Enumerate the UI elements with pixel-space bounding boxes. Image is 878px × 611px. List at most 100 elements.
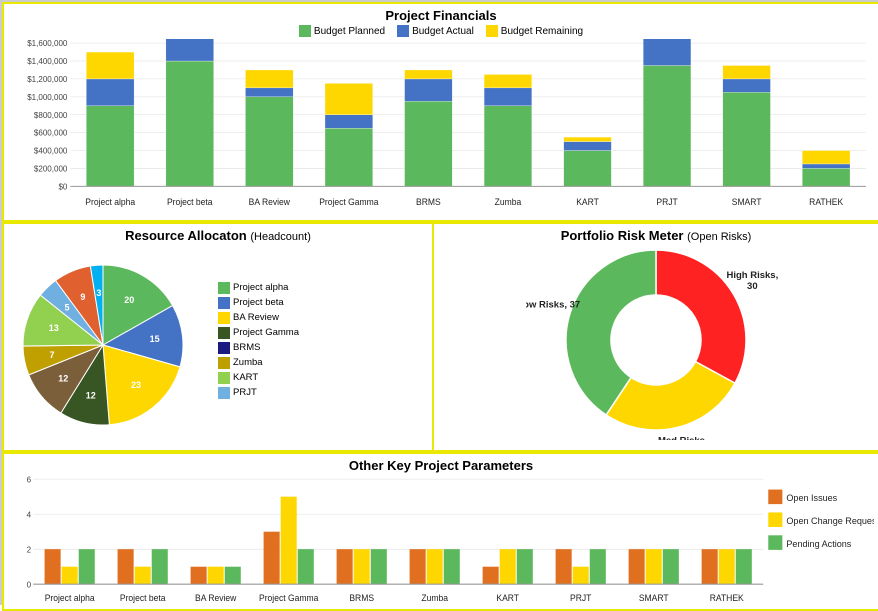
- pie-legend-item: BA Review: [218, 312, 299, 324]
- pie-legend-label: Project beta: [233, 297, 284, 308]
- svg-text:BRMS: BRMS: [416, 197, 441, 207]
- svg-text:0: 0: [27, 580, 32, 589]
- pie-legend-label: KART: [233, 372, 258, 383]
- pie-section: 20 15 23 12 12 7 13 5 9 3 Project alpha Project be…: [8, 245, 428, 435]
- legend-remaining-color: [486, 25, 498, 37]
- svg-text:Zumba: Zumba: [495, 197, 522, 207]
- svg-text:RATHEK: RATHEK: [809, 197, 843, 207]
- svg-text:6: 6: [27, 475, 32, 484]
- legend-remaining-label: Budget Remaining: [501, 26, 583, 37]
- svg-text:BA Review: BA Review: [249, 197, 291, 207]
- svg-text:RATHEK: RATHEK: [710, 593, 744, 603]
- pie-legend-item: BRMS: [218, 342, 299, 354]
- dashboard: Project Financials Budget Planned Budget…: [2, 2, 878, 607]
- pie-legend-label: Zumba: [233, 357, 263, 368]
- pie-legend-color: [218, 282, 230, 294]
- svg-text:Project Gamma: Project Gamma: [319, 197, 379, 207]
- pie-legend: Project alpha Project beta BA Review Projec…: [218, 282, 299, 399]
- pie-legend-item: Zumba: [218, 357, 299, 369]
- legend-actual-color: [397, 25, 409, 37]
- pie-legend-item: Project Gamma: [218, 327, 299, 339]
- donut-chart-svg: High Risks,30Med Risks,24Low Risks, 37: [526, 240, 786, 440]
- financials-legend: Budget Planned Budget Actual Budget Rema…: [8, 25, 874, 37]
- svg-text:Open Change Requests: Open Change Requests: [786, 516, 874, 526]
- svg-text:Zumba: Zumba: [421, 593, 448, 603]
- params-chart-svg: 6420Project alphaProject betaBA ReviewPr…: [8, 475, 874, 605]
- svg-text:High Risks,: High Risks,: [726, 270, 778, 281]
- svg-text:Med Risks,: Med Risks,: [658, 436, 708, 440]
- legend-remaining: Budget Remaining: [486, 25, 583, 37]
- svg-text:Low Risks, 37: Low Risks, 37: [526, 300, 580, 311]
- pie-legend-item: PRJT: [218, 387, 299, 399]
- pie-legend-label: BRMS: [233, 342, 260, 353]
- pie-legend-label: BA Review: [233, 312, 279, 323]
- financials-title: Project Financials: [8, 8, 874, 23]
- legend-planned: Budget Planned: [299, 25, 385, 37]
- pie-legend-color: [218, 372, 230, 384]
- svg-text:12: 12: [58, 373, 68, 383]
- pie-legend-item: Project beta: [218, 297, 299, 309]
- financials-chart-container: $1,600,000$1,400,000$1,200,000$1,000,000…: [8, 39, 874, 209]
- svg-text:BRMS: BRMS: [349, 593, 374, 603]
- svg-text:30: 30: [747, 281, 758, 292]
- pie-legend-color: [218, 342, 230, 354]
- params-chart-container: 6420Project alphaProject betaBA ReviewPr…: [8, 475, 874, 605]
- svg-text:Project beta: Project beta: [167, 197, 213, 207]
- risk-section: Portfolio Risk Meter (Open Risks) High R…: [434, 224, 878, 450]
- params-section: Other Key Project Parameters 6 4 2 0 Project…: [2, 452, 878, 611]
- pie-chart-svg: 20 15 23 12 12 7 13 5 9 3: [8, 245, 208, 435]
- pie-legend-color: [218, 297, 230, 309]
- svg-text:2: 2: [27, 545, 32, 554]
- pie-legend-color: [218, 327, 230, 339]
- financials-chart-svg: $1,600,000$1,400,000$1,200,000$1,000,000…: [8, 39, 874, 209]
- svg-text:23: 23: [131, 380, 141, 390]
- svg-text:Project alpha: Project alpha: [45, 593, 95, 603]
- svg-text:$200,000: $200,000: [34, 164, 68, 173]
- donut-section: High Risks,30Med Risks,24Low Risks, 37: [438, 245, 874, 435]
- svg-text:SMART: SMART: [732, 197, 762, 207]
- legend-planned-label: Budget Planned: [314, 26, 385, 37]
- svg-text:Open Issues: Open Issues: [786, 493, 837, 503]
- pie-legend-color: [218, 357, 230, 369]
- svg-text:PRJT: PRJT: [656, 197, 678, 207]
- pie-legend-label: Project alpha: [233, 282, 288, 293]
- svg-text:$1,400,000: $1,400,000: [27, 57, 68, 66]
- svg-text:$1,200,000: $1,200,000: [27, 75, 68, 84]
- pie-legend-label: PRJT: [233, 387, 257, 398]
- legend-actual-label: Budget Actual: [412, 26, 474, 37]
- svg-text:20: 20: [124, 295, 134, 305]
- resource-title: Resource Allocaton (Headcount): [8, 228, 428, 243]
- pie-legend-item: KART: [218, 372, 299, 384]
- middle-section: Resource Allocaton (Headcount) 20 15 23 12 1…: [2, 222, 878, 452]
- svg-text:KART: KART: [496, 593, 519, 603]
- legend-planned-color: [299, 25, 311, 37]
- svg-text:$1,600,000: $1,600,000: [27, 39, 68, 48]
- svg-text:$400,000: $400,000: [34, 147, 68, 156]
- svg-text:12: 12: [86, 391, 96, 401]
- svg-text:5: 5: [64, 303, 69, 313]
- svg-text:$600,000: $600,000: [34, 129, 68, 138]
- svg-text:PRJT: PRJT: [570, 593, 592, 603]
- svg-text:Project alpha: Project alpha: [85, 197, 135, 207]
- svg-text:15: 15: [150, 334, 160, 344]
- legend-actual: Budget Actual: [397, 25, 474, 37]
- svg-text:9: 9: [80, 292, 85, 302]
- svg-text:7: 7: [50, 350, 55, 360]
- svg-text:BA Review: BA Review: [195, 593, 237, 603]
- svg-text:Project beta: Project beta: [120, 593, 166, 603]
- svg-text:Pending Actions: Pending Actions: [786, 539, 851, 549]
- svg-text:$0: $0: [58, 182, 67, 191]
- pie-legend-label: Project Gamma: [233, 327, 299, 338]
- svg-text:13: 13: [49, 323, 59, 333]
- pie-legend-color: [218, 312, 230, 324]
- params-title: Other Key Project Parameters: [8, 458, 874, 473]
- financials-section: Project Financials Budget Planned Budget…: [2, 2, 878, 222]
- pie-legend-color: [218, 387, 230, 399]
- svg-text:KART: KART: [576, 197, 599, 207]
- resource-section: Resource Allocaton (Headcount) 20 15 23 12 1…: [4, 224, 434, 450]
- svg-text:3: 3: [96, 288, 101, 298]
- svg-text:SMART: SMART: [639, 593, 669, 603]
- pie-legend-item: Project alpha: [218, 282, 299, 294]
- svg-text:$800,000: $800,000: [34, 111, 68, 120]
- svg-text:4: 4: [27, 510, 32, 519]
